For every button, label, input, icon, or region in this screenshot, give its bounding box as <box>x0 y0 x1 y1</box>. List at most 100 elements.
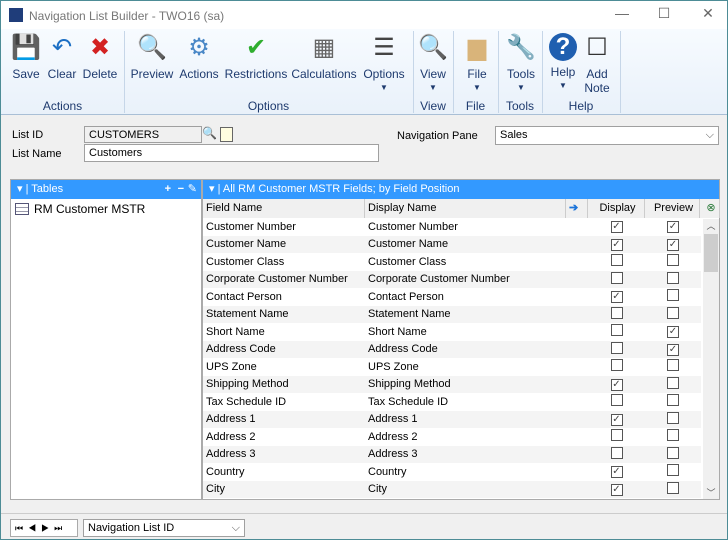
display-name-cell[interactable]: Customer Number <box>365 218 566 236</box>
table-row[interactable]: Customer Number Customer Number ✓ ✓ <box>203 218 701 236</box>
display-checkbox[interactable] <box>610 446 623 459</box>
display-name-cell[interactable]: Corporate Customer Number <box>365 270 566 288</box>
divider <box>1 513 727 514</box>
display-checkbox[interactable] <box>610 271 623 284</box>
minimize-button[interactable]: — <box>607 5 637 21</box>
preview-checkbox[interactable]: ✓ <box>667 221 679 234</box>
spacer-cell <box>566 428 588 446</box>
first-record-icon[interactable]: ⏮ <box>15 523 28 533</box>
last-record-icon[interactable]: ⏭ <box>54 523 67 533</box>
preview-checkbox[interactable] <box>667 481 679 494</box>
preview-checkbox[interactable]: ✓ <box>667 326 679 339</box>
display-checkbox[interactable]: ✓ <box>610 291 623 304</box>
table-row[interactable]: Corporate Customer Number Corporate Custo… <box>203 270 701 288</box>
preview-checkbox[interactable] <box>667 429 679 442</box>
sort-select[interactable]: Navigation List ID ⌵ <box>83 519 245 537</box>
table-row[interactable]: Customer Name Customer Name ✓ ✓ <box>203 235 701 253</box>
table-row[interactable]: Customer Class Customer Class <box>203 253 701 271</box>
table-row[interactable]: Address Code Address Code ✓ <box>203 340 701 358</box>
table-list-item[interactable]: RM Customer MSTR <box>11 199 201 219</box>
preview-checkbox[interactable]: ✓ <box>667 343 679 356</box>
display-checkbox[interactable]: ✓ <box>610 466 623 479</box>
display-name-cell[interactable]: Statement Name <box>365 305 566 323</box>
previous-record-icon[interactable]: ◀ <box>28 523 41 533</box>
display-checkbox[interactable] <box>610 341 623 354</box>
display-checkbox[interactable]: ✓ <box>610 221 623 234</box>
display-name-cell[interactable]: Short Name <box>365 323 566 341</box>
preview-checkbox[interactable] <box>667 289 679 302</box>
field-name-cell: Customer Class <box>206 255 285 268</box>
display-checkbox[interactable] <box>610 306 623 319</box>
lookup-icon[interactable]: 🔍 <box>202 126 218 143</box>
scroll-thumb[interactable] <box>704 234 718 272</box>
display-name-cell[interactable]: Address 2 <box>365 428 566 446</box>
display-name-cell[interactable]: Customer Class <box>365 253 566 271</box>
column-display[interactable]: Display <box>588 199 645 218</box>
scroll-up-icon[interactable]: ︿ <box>703 219 719 232</box>
table-row[interactable]: Statement Name Statement Name <box>203 305 701 323</box>
display-checkbox[interactable] <box>610 429 623 442</box>
table-row[interactable]: Country Country ✓ <box>203 463 701 481</box>
display-checkbox[interactable]: ✓ <box>610 378 623 391</box>
display-name-cell[interactable]: Address Code <box>365 340 566 358</box>
close-button[interactable]: ✕ <box>693 5 723 22</box>
preview-checkbox[interactable]: ✓ <box>667 238 679 251</box>
preview-checkbox[interactable] <box>667 306 679 319</box>
new-note-icon[interactable] <box>220 127 233 142</box>
preview-checkbox[interactable] <box>667 464 679 477</box>
preview-checkbox[interactable] <box>667 359 679 372</box>
table-row[interactable]: Address 1 Address 1 ✓ <box>203 410 701 428</box>
column-field-name[interactable]: Field Name <box>203 199 365 218</box>
collapse-icon[interactable]: ⊗ <box>700 199 720 218</box>
table-row[interactable]: Address 3 Address 3 <box>203 445 701 463</box>
display-checkbox[interactable] <box>610 394 623 407</box>
display-checkbox[interactable]: ✓ <box>610 483 623 496</box>
preview-checkbox[interactable] <box>667 394 679 407</box>
table-row[interactable]: Contact Person Contact Person ✓ <box>203 288 701 306</box>
display-name-cell[interactable]: Customer Name <box>365 235 566 253</box>
navigation-pane-select[interactable]: Sales ⌵ <box>495 126 719 145</box>
list-name-field[interactable]: Customers <box>84 144 379 162</box>
column-display-name[interactable]: Display Name <box>365 199 566 218</box>
table-row[interactable]: Tax Schedule ID Tax Schedule ID <box>203 393 701 411</box>
add-note-button[interactable]: ☐ Add Note <box>562 33 632 96</box>
preview-checkbox[interactable] <box>667 376 679 389</box>
preview-checkbox[interactable] <box>667 446 679 459</box>
table-row[interactable]: Short Name Short Name ✓ <box>203 323 701 341</box>
display-name-cell[interactable]: Shipping Method <box>365 375 566 393</box>
display-checkbox[interactable]: ✓ <box>610 238 623 251</box>
display-name-cell[interactable]: Address 3 <box>365 445 566 463</box>
table-row[interactable]: City City ✓ <box>203 480 701 498</box>
display-checkbox[interactable] <box>610 324 623 337</box>
column-preview[interactable]: Preview <box>645 199 700 218</box>
display-checkbox[interactable] <box>610 254 623 267</box>
display-name-cell[interactable]: City <box>365 480 566 498</box>
restrictions-button[interactable]: ✔ Restrictions <box>221 33 291 82</box>
preview-checkbox[interactable] <box>667 271 679 284</box>
display-checkbox[interactable]: ✓ <box>610 413 623 426</box>
add-table-button[interactable]: + <box>165 180 171 199</box>
scrollbar[interactable]: ︿ ﹀ <box>703 219 719 499</box>
field-name-cell: Corporate Customer Number <box>203 270 365 288</box>
record-navigation: ⏮◀▶⏭ <box>10 519 78 537</box>
table-row[interactable]: Shipping Method Shipping Method ✓ <box>203 375 701 393</box>
preview-checkbox[interactable] <box>667 254 679 267</box>
display-name-cell[interactable]: Contact Person <box>365 288 566 306</box>
preview-checkbox[interactable] <box>667 411 679 424</box>
remove-table-button[interactable]: − <box>178 180 184 199</box>
spacer-cell <box>566 375 588 393</box>
field-name-cell: Short Name <box>206 325 265 338</box>
display-name-cell[interactable]: UPS Zone <box>365 358 566 376</box>
display-name-cell[interactable]: Tax Schedule ID <box>365 393 566 411</box>
table-row[interactable]: UPS Zone UPS Zone <box>203 358 701 376</box>
display-name-cell[interactable]: Country <box>365 463 566 481</box>
list-id-field[interactable]: CUSTOMERS <box>84 126 202 143</box>
display-checkbox[interactable] <box>610 359 623 372</box>
maximize-button[interactable]: ☐ <box>649 5 679 22</box>
display-name-cell[interactable]: Address 1 <box>365 410 566 428</box>
arrow-right-icon[interactable]: ➔ <box>566 199 588 218</box>
table-row[interactable]: Address 2 Address 2 <box>203 428 701 446</box>
scroll-down-icon[interactable]: ﹀ <box>703 486 719 499</box>
next-record-icon[interactable]: ▶ <box>41 523 54 533</box>
edit-table-icon[interactable]: ✎ <box>188 180 197 199</box>
